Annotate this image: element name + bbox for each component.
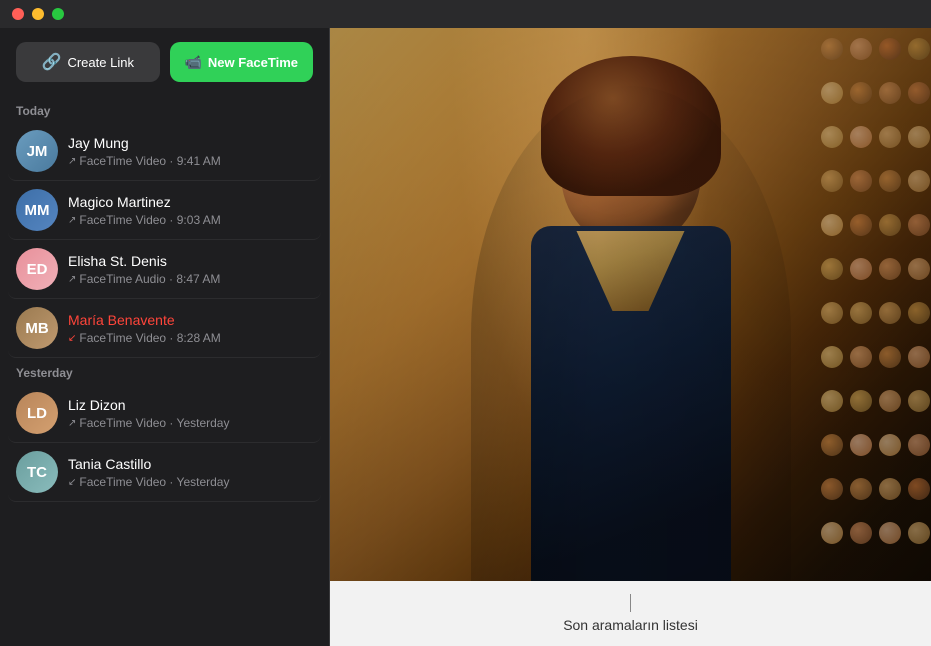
- avatar-liz-dizon: LD: [16, 392, 58, 434]
- sidebar: 🔗 Create Link 📹 New FaceTime Today JM Ja…: [0, 28, 330, 646]
- today-header: Today: [8, 96, 321, 122]
- new-facetime-label: New FaceTime: [208, 55, 298, 70]
- create-link-button[interactable]: 🔗 Create Link: [16, 42, 160, 82]
- call-name-jay-mung: Jay Mung: [68, 134, 313, 152]
- avatar-maria-benavente: MB: [16, 307, 58, 349]
- call-info-jay-mung: Jay Mung ↗ FaceTime Video · 9:41 AM: [68, 134, 313, 168]
- call-details-elisha-st-denis: ↗ FaceTime Audio · 8:47 AM: [68, 272, 313, 286]
- call-item-maria-benavente[interactable]: MB María Benavente ↙ FaceTime Video · 8:…: [8, 299, 321, 358]
- call-item-elisha-st-denis[interactable]: ED Elisha St. Denis ↗ FaceTime Audio · 8…: [8, 240, 321, 299]
- annotation-container: Son aramaların listesi: [563, 594, 698, 633]
- new-facetime-button[interactable]: 📹 New FaceTime: [170, 42, 314, 82]
- call-name-liz-dizon: Liz Dizon: [68, 396, 313, 414]
- annotation-label: Son aramaların listesi: [563, 617, 698, 633]
- avatar-magico-martinez: MM: [16, 189, 58, 231]
- annotation-line-vert: [630, 594, 631, 612]
- avatar-jay-mung: JM: [16, 130, 58, 172]
- video-camera-icon: 📹: [184, 54, 201, 71]
- missed-call-icon: ↙: [68, 333, 76, 344]
- minimize-button[interactable]: [32, 8, 44, 20]
- call-details-tania-castillo: ↙ FaceTime Video · Yesterday: [68, 475, 313, 489]
- photo-scene: Son aramaların listesi: [330, 28, 931, 646]
- call-info-elisha-st-denis: Elisha St. Denis ↗ FaceTime Audio · 8:47…: [68, 252, 313, 286]
- annotation-area: Son aramaların listesi: [330, 581, 931, 646]
- fullscreen-button[interactable]: [52, 8, 64, 20]
- call-details-maria-benavente: ↙ FaceTime Video · 8:28 AM: [68, 331, 313, 345]
- link-icon: 🔗: [42, 52, 62, 72]
- avatar-elisha-st-denis: ED: [16, 248, 58, 290]
- call-item-liz-dizon[interactable]: LD Liz Dizon ↗ FaceTime Video · Yesterda…: [8, 384, 321, 443]
- call-item-jay-mung[interactable]: JM Jay Mung ↗ FaceTime Video · 9:41 AM: [8, 122, 321, 181]
- call-item-tania-castillo[interactable]: TC Tania Castillo ↙ FaceTime Video · Yes…: [8, 443, 321, 502]
- toolbar: 🔗 Create Link 📹 New FaceTime: [0, 28, 329, 96]
- call-info-maria-benavente: María Benavente ↙ FaceTime Video · 8:28 …: [68, 311, 313, 345]
- call-details-liz-dizon: ↗ FaceTime Video · Yesterday: [68, 416, 313, 430]
- call-info-magico-martinez: Magico Martinez ↗ FaceTime Video · 9:03 …: [68, 193, 313, 227]
- avatar-tania-castillo: TC: [16, 451, 58, 493]
- main-layout: 🔗 Create Link 📹 New FaceTime Today JM Ja…: [0, 28, 931, 646]
- title-bar: [0, 0, 931, 28]
- call-direction-icon: ↗: [68, 156, 76, 167]
- call-name-tania-castillo: Tania Castillo: [68, 455, 313, 473]
- call-direction-icon: ↗: [68, 274, 76, 285]
- call-name-elisha-st-denis: Elisha St. Denis: [68, 252, 313, 270]
- call-direction-icon: ↗: [68, 215, 76, 226]
- create-link-label: Create Link: [67, 55, 133, 70]
- call-details-jay-mung: ↗ FaceTime Video · 9:41 AM: [68, 154, 313, 168]
- yesterday-header: Yesterday: [8, 358, 321, 384]
- vignette: [330, 28, 931, 646]
- call-direction-icon: ↗: [68, 418, 76, 429]
- call-details-magico-martinez: ↗ FaceTime Video · 9:03 AM: [68, 213, 313, 227]
- call-direction-icon: ↙: [68, 477, 76, 488]
- recents-list: Today JM Jay Mung ↗ FaceTime Video · 9:4…: [0, 96, 329, 646]
- call-name-maria-benavente: María Benavente: [68, 311, 313, 329]
- call-name-magico-martinez: Magico Martinez: [68, 193, 313, 211]
- photo-panel: Son aramaların listesi: [330, 28, 931, 646]
- traffic-lights: [12, 8, 64, 20]
- call-item-magico-martinez[interactable]: MM Magico Martinez ↗ FaceTime Video · 9:…: [8, 181, 321, 240]
- close-button[interactable]: [12, 8, 24, 20]
- call-info-tania-castillo: Tania Castillo ↙ FaceTime Video · Yester…: [68, 455, 313, 489]
- call-info-liz-dizon: Liz Dizon ↗ FaceTime Video · Yesterday: [68, 396, 313, 430]
